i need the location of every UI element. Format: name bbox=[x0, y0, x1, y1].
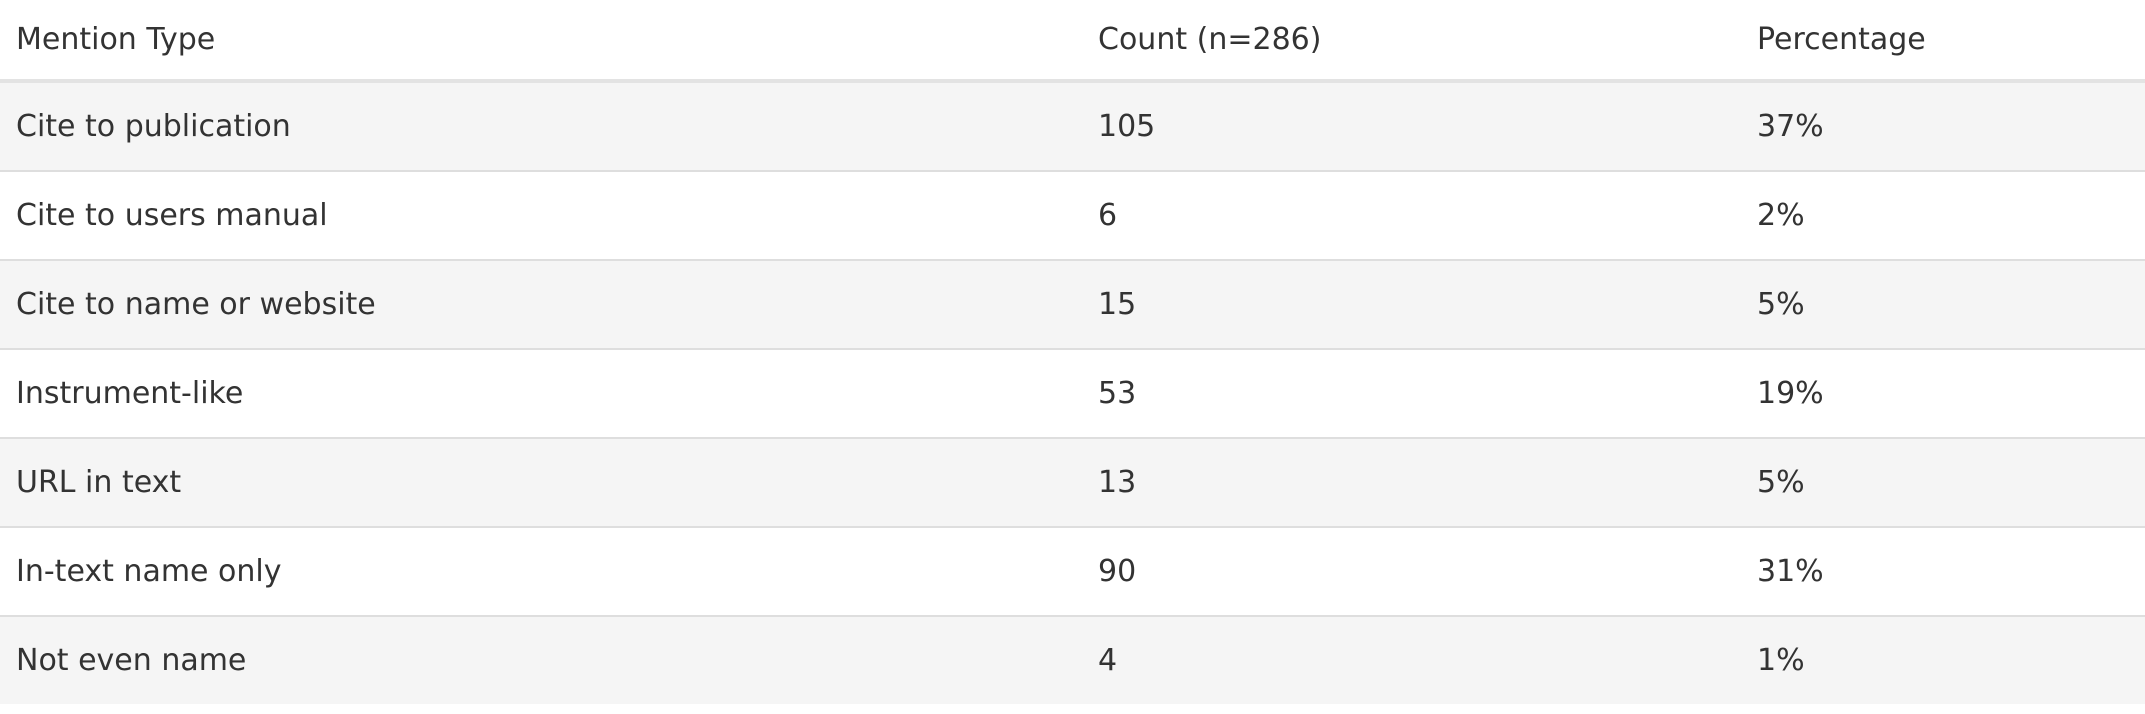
mention-type-cell: Cite to publication bbox=[0, 81, 1082, 172]
count-cell: 15 bbox=[1082, 260, 1741, 350]
count-cell: 90 bbox=[1082, 527, 1741, 617]
column-header-count: Count (n=286) bbox=[1082, 0, 1741, 83]
count-cell: 13 bbox=[1082, 438, 1741, 528]
mention-type-cell: Not even name bbox=[0, 616, 1082, 704]
mention-type-cell: Cite to users manual bbox=[0, 171, 1082, 261]
percentage-cell: 5% bbox=[1741, 438, 2145, 528]
table-body: Cite to publication 105 37% Cite to user… bbox=[0, 81, 2145, 704]
table-row: Cite to publication 105 37% bbox=[0, 81, 2145, 172]
mention-type-cell: URL in text bbox=[0, 438, 1082, 528]
mention-type-cell: Cite to name or website bbox=[0, 260, 1082, 350]
table-row: Instrument-like 53 19% bbox=[0, 349, 2145, 439]
count-cell: 6 bbox=[1082, 171, 1741, 261]
percentage-cell: 19% bbox=[1741, 349, 2145, 439]
percentage-cell: 2% bbox=[1741, 171, 2145, 261]
mention-type-cell: In-text name only bbox=[0, 527, 1082, 617]
mention-type-cell: Instrument-like bbox=[0, 349, 1082, 439]
table-header: Mention Type Count (n=286) Percentage bbox=[0, 0, 2145, 83]
table-row: In-text name only 90 31% bbox=[0, 527, 2145, 617]
table-row: Not even name 4 1% bbox=[0, 616, 2145, 704]
header-row: Mention Type Count (n=286) Percentage bbox=[0, 0, 2145, 83]
percentage-cell: 1% bbox=[1741, 616, 2145, 704]
count-cell: 53 bbox=[1082, 349, 1741, 439]
column-header-mention-type: Mention Type bbox=[0, 0, 1082, 83]
table-row: Cite to name or website 15 5% bbox=[0, 260, 2145, 350]
percentage-cell: 31% bbox=[1741, 527, 2145, 617]
percentage-cell: 37% bbox=[1741, 81, 2145, 172]
mention-type-table: Mention Type Count (n=286) Percentage Ci… bbox=[0, 0, 2145, 704]
table-row: URL in text 13 5% bbox=[0, 438, 2145, 528]
percentage-cell: 5% bbox=[1741, 260, 2145, 350]
column-header-percentage: Percentage bbox=[1741, 0, 2145, 83]
table-row: Cite to users manual 6 2% bbox=[0, 171, 2145, 261]
count-cell: 4 bbox=[1082, 616, 1741, 704]
count-cell: 105 bbox=[1082, 81, 1741, 172]
